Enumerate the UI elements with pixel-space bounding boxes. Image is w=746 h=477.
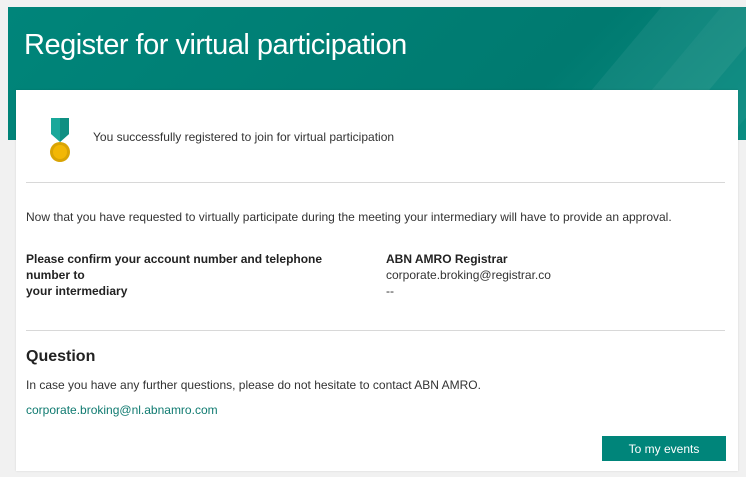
success-row: You successfully registered to join for …	[16, 90, 738, 182]
medal-icon	[50, 118, 70, 162]
page-title: Register for virtual participation	[24, 29, 407, 61]
divider	[26, 182, 725, 183]
question-heading: Question	[26, 348, 96, 365]
confirm-instructions: Please confirm your account number and t…	[26, 251, 366, 299]
divider	[26, 330, 725, 331]
to-my-events-button[interactable]: To my events	[602, 436, 726, 461]
registrar-email: corporate.broking@registrar.co	[386, 268, 551, 282]
registrar-contact: ABN AMRO Registrar corporate.broking@reg…	[386, 251, 551, 299]
intro-text: Now that you have requested to virtually…	[26, 210, 672, 224]
registration-card: You successfully registered to join for …	[16, 90, 738, 471]
confirm-line-2: your intermediary	[26, 284, 128, 298]
question-text: In case you have any further questions, …	[26, 378, 481, 392]
confirm-line-1: Please confirm your account number and t…	[26, 252, 323, 282]
contact-email-link[interactable]: corporate.broking@nl.abnamro.com	[26, 403, 218, 417]
success-message: You successfully registered to join for …	[93, 130, 395, 144]
registrar-name: ABN AMRO Registrar	[386, 252, 508, 266]
registrar-phone: --	[386, 284, 394, 298]
